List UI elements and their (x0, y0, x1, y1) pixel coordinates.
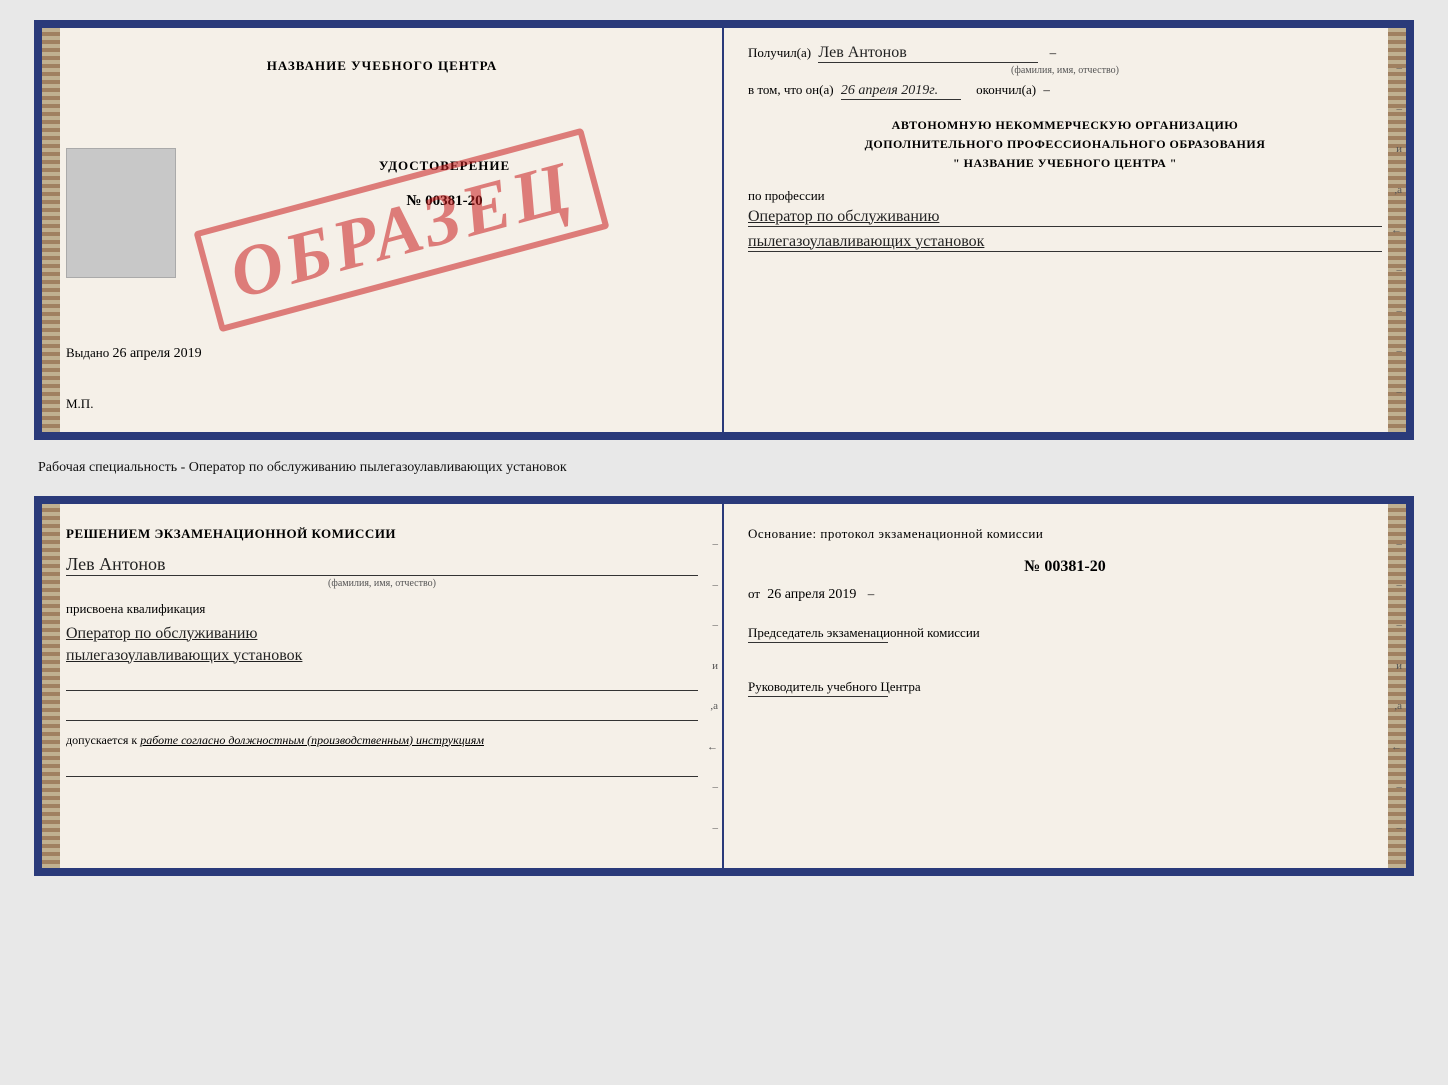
org-line2: ДОПОЛНИТЕЛЬНОГО ПРОФЕССИОНАЛЬНОГО ОБРАЗО… (748, 135, 1382, 154)
v-tom-label: в том, что он(а) (748, 82, 834, 97)
side-marker-6: – (1374, 386, 1406, 398)
ot-dash: – (868, 586, 875, 601)
side-marker-bl-8: – (690, 822, 722, 834)
obrazec-stamp: ОБРАЗЕЦ (102, 88, 702, 372)
side-marker-br-3: – (1374, 619, 1406, 631)
protocol-num: № 00381-20 (748, 558, 1382, 576)
rukovoditel-sig-line (748, 696, 888, 697)
po-professii: по профессии Оператор по обслуживанию пы… (748, 188, 1382, 252)
org-line3: " НАЗВАНИЕ УЧЕБНОГО ЦЕНТРА " (748, 154, 1382, 173)
ot-row: от 26 апреля 2019 – (748, 586, 1382, 603)
v-tom-row: в том, что он(а) 26 апреля 2019г. окончи… (748, 82, 1382, 100)
qualification-line1: Оператор по обслуживанию (66, 625, 698, 643)
side-marker-br-arrow: ← (1374, 741, 1406, 753)
cert-mp: М.П. (66, 396, 93, 412)
side-marker-br-4: – (1374, 781, 1406, 793)
signature-line-2 (66, 699, 698, 721)
rukovoditel-label: Руководитель учебного Центра (748, 677, 1382, 717)
po-professii-label: по профессии (748, 188, 825, 203)
cert-vydano: Выдано 26 апреля 2019 (66, 345, 202, 362)
bottom-left-panel: Решением экзаменационной комиссии Лев Ан… (42, 504, 724, 868)
cert-doc-number: № 00381-20 (187, 193, 702, 210)
side-marker-bl-1: – (690, 538, 722, 550)
dopusk-value: работе согласно должностным (производств… (140, 733, 484, 747)
ot-label: от (748, 586, 760, 601)
side-marker-bl-4: и (690, 660, 722, 672)
poluchil-label: Получил(а) (748, 45, 811, 60)
signature-line-1 (66, 669, 698, 691)
prisvoena-label: присвоена квалификация (66, 601, 698, 617)
fio-sublabel-top: (фамилия, имя, отчество) (748, 65, 1382, 76)
side-marker-3: – (1374, 264, 1406, 276)
dopusk-label: допускается к (66, 733, 137, 747)
side-marker-br-2: – (1374, 579, 1406, 591)
cert-doc-title: УДОСТОВЕРЕНИЕ (187, 158, 702, 174)
side-marker-2: – (1374, 103, 1406, 115)
subtitle: Рабочая специальность - Оператор по обсл… (34, 452, 1414, 484)
side-marker-bl-2: – (690, 579, 722, 591)
cert-book-bottom: Решением экзаменационной комиссии Лев Ан… (34, 496, 1414, 876)
side-markers-bottom-right: – – – и ,а ← – – (1374, 504, 1406, 868)
qualification-line2: пылегазоулавливающих установок (66, 647, 698, 665)
cert-right-panel: Получил(а) Лев Антонов – (фамилия, имя, … (724, 28, 1406, 432)
side-marker-bl-3: – (690, 619, 722, 631)
v-tom-date: 26 апреля 2019г. (841, 83, 961, 100)
side-marker-bl-5: ,а (690, 700, 722, 712)
bottom-fio-sublabel: (фамилия, имя, отчество) (66, 578, 698, 589)
side-markers-bottom-left: – – – и ,а ← – – (690, 504, 722, 868)
resheniyem-label: Решением экзаменационной комиссии (66, 524, 698, 544)
rukovoditel-text: Руководитель учебного Центра (748, 677, 1382, 697)
side-marker-bl-6: ← (690, 741, 722, 753)
side-marker-br-1: – (1374, 538, 1406, 550)
side-marker-br-5: – (1374, 822, 1406, 834)
cert-left-title: НАЗВАНИЕ УЧЕБНОГО ЦЕНТРА (66, 58, 698, 74)
dash2: – (1043, 82, 1050, 97)
predsedatel-label: Председатель экзаменационной комиссии (748, 623, 1382, 663)
side-marker-br-a: ,а (1374, 700, 1406, 712)
osnovanie-label: Основание: протокол экзаменационной коми… (748, 524, 1382, 544)
cert-book-top: НАЗВАНИЕ УЧЕБНОГО ЦЕНТРА УДОСТОВЕРЕНИЕ №… (34, 20, 1414, 440)
okonchil-label: окончил(а) (976, 82, 1036, 97)
org-info: АВТОНОМНУЮ НЕКОММЕРЧЕСКУЮ ОРГАНИЗАЦИЮ ДО… (748, 116, 1382, 174)
bottom-name: Лев Антонов (66, 554, 698, 576)
profession-line1: Оператор по обслуживанию (748, 208, 1382, 227)
predsedatel-sig-line (748, 642, 888, 643)
bottom-right-panel: Основание: протокол экзаменационной коми… (724, 504, 1406, 868)
side-marker-br-and: и (1374, 660, 1406, 672)
dash1: – (1050, 45, 1057, 60)
profession-line2: пылегазоулавливающих установок (748, 233, 1382, 252)
side-marker-arrow: ← (1374, 224, 1406, 236)
org-line1: АВТОНОМНУЮ НЕКОММЕРЧЕСКУЮ ОРГАНИЗАЦИЮ (748, 116, 1382, 135)
vydano-label: Выдано (66, 345, 109, 360)
document-container: НАЗВАНИЕ УЧЕБНОГО ЦЕНТРА УДОСТОВЕРЕНИЕ №… (34, 20, 1414, 876)
dopusk-line (66, 755, 698, 777)
side-marker-1: – (1374, 62, 1406, 74)
side-marker-5: – (1374, 345, 1406, 357)
cert-left-panel: НАЗВАНИЕ УЧЕБНОГО ЦЕНТРА УДОСТОВЕРЕНИЕ №… (42, 28, 724, 432)
cert-photo-placeholder (66, 148, 176, 278)
predsedatel-text: Председатель экзаменационной комиссии (748, 623, 1382, 643)
poluchil-row: Получил(а) Лев Антонов – (фамилия, имя, … (748, 44, 1382, 76)
side-marker-4: – (1374, 305, 1406, 317)
vydano-date: 26 апреля 2019 (113, 346, 202, 361)
side-marker-bl-7: – (690, 781, 722, 793)
dopusk-text: допускается к работе согласно должностны… (66, 731, 698, 749)
ot-date: 26 апреля 2019 (767, 587, 856, 602)
poluchil-name: Лев Антонов (818, 44, 1038, 63)
side-marker-a: ,а (1374, 184, 1406, 196)
side-markers: – – и ,а ← – – – – (1374, 28, 1406, 432)
side-marker-and: и (1374, 143, 1406, 155)
